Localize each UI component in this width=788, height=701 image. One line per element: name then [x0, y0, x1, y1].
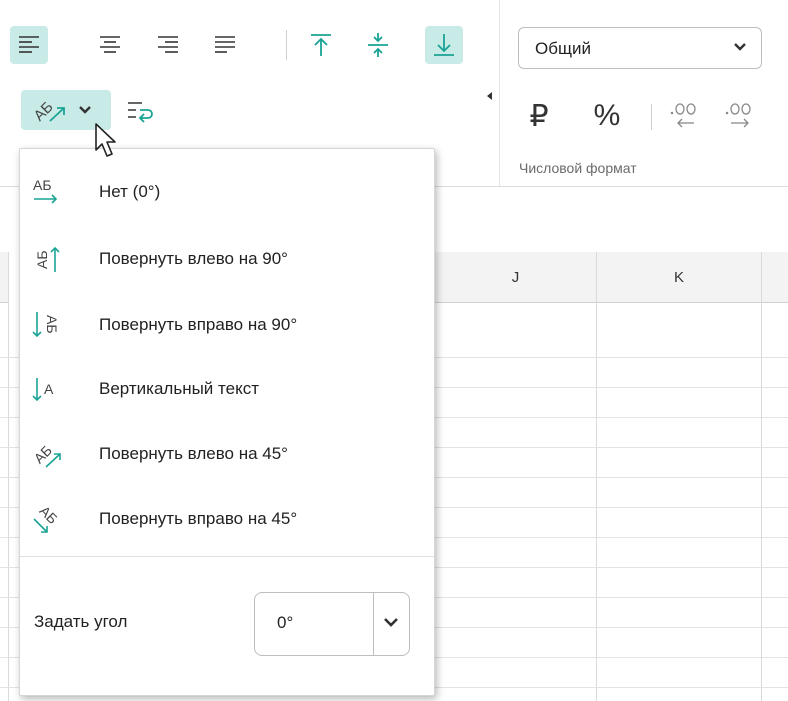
valign-top-button[interactable] — [302, 26, 340, 64]
increase-decimal-button[interactable] — [720, 96, 760, 136]
menu-item-label: Повернуть влево на 45° — [99, 444, 288, 463]
currency-format-button[interactable]: ₽ — [521, 96, 557, 136]
number-format-select[interactable]: Общий — [518, 27, 762, 69]
toolbar-separator — [651, 104, 652, 130]
valign-middle-icon — [368, 33, 388, 57]
chevron-down-icon — [734, 43, 746, 51]
menu-item-rotate-left-45[interactable]: АБ Повернуть влево на 45° — [20, 432, 434, 476]
toolbar-separator — [286, 30, 287, 60]
valign-bottom-icon — [434, 34, 454, 56]
svg-text:АБ: АБ — [31, 98, 57, 124]
vertical-text-icon: А — [32, 378, 54, 402]
align-right-button[interactable] — [149, 26, 187, 64]
menu-item-vertical-text[interactable]: А Вертикальный текст — [20, 367, 434, 411]
increase-decimal-icon — [725, 103, 751, 128]
column-header-k[interactable]: K — [597, 252, 761, 303]
set-angle-label: Задать угол — [34, 612, 128, 631]
mouse-cursor-icon — [95, 123, 116, 157]
column-label: J — [511, 269, 520, 286]
align-justify-icon — [215, 36, 235, 53]
angle-input[interactable]: 0° — [254, 592, 410, 656]
align-right-icon — [158, 36, 178, 53]
angle-value[interactable]: 0° — [277, 613, 293, 633]
column-header-l[interactable] — [762, 252, 788, 303]
menu-item-label: Повернуть вправо на 90° — [99, 315, 298, 334]
menu-item-label: Вертикальный текст — [99, 379, 259, 398]
svg-text:АБ: АБ — [33, 177, 52, 193]
menu-item-no-rotation[interactable]: АБ Нет (0°) — [20, 170, 434, 214]
wrap-text-button[interactable] — [122, 92, 160, 130]
text-orientation-menu: АБ Нет (0°) АБ Повернуть влево на 90° АБ… — [19, 148, 435, 696]
align-left-button[interactable] — [10, 26, 48, 64]
number-format-group-label: Числовой формат — [519, 160, 637, 176]
valign-top-icon — [311, 34, 331, 56]
angle-input-separator — [373, 593, 374, 655]
text-orientation-icon: АБ — [31, 98, 65, 125]
menu-item-label: Нет (0°) — [99, 182, 161, 201]
align-center-button[interactable] — [91, 26, 129, 64]
decrease-decimal-button[interactable] — [665, 96, 705, 136]
valign-middle-button[interactable] — [359, 26, 397, 64]
column-header-partial[interactable] — [0, 252, 8, 303]
currency-symbol: ₽ — [529, 99, 549, 133]
percent-symbol: % — [593, 99, 621, 132]
angle-counterclockwise-icon: АБ — [31, 442, 61, 468]
text-horizontal-icon: АБ — [33, 177, 58, 204]
decrease-decimal-icon — [670, 103, 696, 128]
angle-clockwise-icon: АБ — [33, 503, 61, 533]
align-center-icon — [100, 36, 120, 53]
column-header-j[interactable]: J — [435, 252, 596, 303]
wrap-text-icon — [128, 102, 153, 123]
rotate-up-icon: АБ — [34, 246, 60, 272]
svg-text:А: А — [44, 381, 54, 397]
rotate-down-icon: АБ — [32, 312, 60, 338]
chevron-down-icon — [79, 106, 91, 114]
percent-format-button[interactable]: % — [585, 96, 629, 136]
column-label: K — [673, 269, 684, 286]
valign-bottom-button[interactable] — [425, 26, 463, 64]
menu-divider — [20, 556, 434, 557]
align-left-icon — [19, 36, 39, 53]
menu-item-rotate-right-90[interactable]: АБ Повернуть вправо на 90° — [20, 303, 434, 347]
menu-item-label: Повернуть влево на 90° — [99, 249, 288, 268]
number-format-value: Общий — [535, 39, 591, 58]
chevron-down-icon[interactable] — [383, 617, 399, 629]
align-justify-button[interactable] — [206, 26, 244, 64]
svg-text:АБ: АБ — [44, 315, 60, 334]
svg-text:АБ: АБ — [34, 250, 50, 269]
menu-item-rotate-right-45[interactable]: АБ Повернуть вправо на 45° — [20, 497, 434, 541]
menu-item-rotate-left-90[interactable]: АБ Повернуть влево на 90° — [20, 237, 434, 281]
collapse-group-icon[interactable] — [487, 92, 492, 100]
menu-item-label: Повернуть вправо на 45° — [99, 509, 298, 528]
svg-text:АБ: АБ — [37, 503, 61, 527]
group-divider — [499, 0, 500, 186]
